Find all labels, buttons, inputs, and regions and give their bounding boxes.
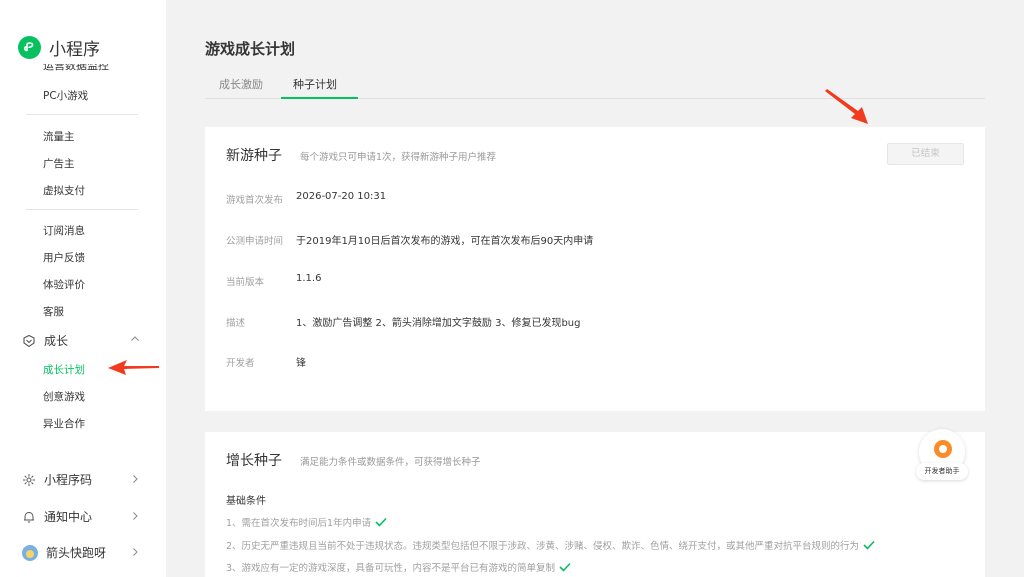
growth-seed-card: 增长种子 满足能力条件或数据条件，可获得增长种子 基础条件 1、需在首次发布时间… [205,432,985,577]
sidebar-item-traffic-owner[interactable]: 流量主 [43,129,75,144]
sidebar-group-label: 通知中心 [44,510,93,524]
tab-growth-incentive[interactable]: 成长激励 [219,76,263,92]
condition-text: 1、需在首次发布时间后1年内申请 [226,518,372,529]
card-title: 新游种子 [226,148,282,164]
chevron-up-icon[interactable] [130,334,140,344]
first-release-label: 游戏首次发布 [226,195,284,206]
ended-button[interactable]: 已结束 [887,143,964,165]
divider [26,114,138,115]
sidebar-group-growth[interactable]: 成长 [22,332,68,349]
sidebar-item-subscription[interactable]: 订阅消息 [43,223,85,238]
sidebar-item-service[interactable]: 客服 [43,304,64,319]
account-name: 箭头快跑呀 [46,546,107,560]
chevron-right-icon[interactable] [130,511,140,521]
condition-item: 3、游戏应有一定的游戏深度，具备可玩性，内容不是平台已有游戏的简单复制 [226,560,571,574]
card-description: 满足能力条件或数据条件，可获得增长种子 [300,457,481,468]
sidebar-group-qrcode[interactable]: 小程序码 [22,471,92,488]
apply-time-label: 公测申请时间 [226,236,284,247]
check-icon [559,562,571,572]
description-label: 描述 [226,318,246,329]
logo-text: 小程序 [49,40,100,60]
sidebar-item-clipped[interactable]: 运营数据监控 [43,64,109,74]
helper-label: 开发者助手 [916,463,968,480]
sidebar-item-feedback[interactable]: 用户反馈 [43,250,85,265]
avatar [22,544,38,561]
sidebar-item-pc-game[interactable]: PC小游戏 [43,88,88,103]
conditions-title: 基础条件 [226,496,266,507]
developer-label: 开发者 [226,358,255,369]
check-icon [863,540,875,550]
condition-text: 3、游戏应有一定的游戏深度，具备可玩性，内容不是平台已有游戏的简单复制 [226,563,556,574]
card-title: 增长种子 [226,453,282,469]
sidebar-account[interactable]: 箭头快跑呀 [22,544,106,561]
qrcode-icon [22,473,36,487]
annotation-arrow-down-right-icon [825,89,868,124]
card-description: 每个游戏只可申请1次，获得新游种子用户推荐 [300,152,497,163]
condition-text: 2、历史无严重违规且当前不处于违规状态。违规类型包括但不限于涉政、涉黄、涉赌、侵… [226,541,860,552]
version-value: 1.1.6 [296,273,322,284]
miniprogram-logo-icon [18,36,41,59]
annotation-arrow-left-icon [108,360,159,375]
check-icon [375,517,387,527]
helper-icon [934,440,952,458]
tab-seed-plan[interactable]: 种子计划 [293,76,337,92]
developer-helper-button[interactable]: 开发者助手 [916,429,968,481]
sidebar-item-cross-industry[interactable]: 异业合作 [43,416,85,431]
sidebar-item-creative-games[interactable]: 创意游戏 [43,389,85,404]
condition-item: 1、需在首次发布时间后1年内申请 [226,515,387,529]
condition-item: 2、历史无严重违规且当前不处于违规状态。违规类型包括但不限于涉政、涉黄、涉赌、侵… [226,538,875,552]
bell-icon [22,510,36,524]
divider [26,209,138,210]
logo[interactable]: 小程序 [18,35,100,60]
sidebar-item-rating[interactable]: 体验评价 [43,277,85,292]
sidebar: 小程序 运营数据监控 PC小游戏 流量主 广告主 虚拟支付 订阅消息 用户反馈 … [0,0,166,577]
version-label: 当前版本 [226,277,265,288]
apply-time-value: 于2019年1月10日后首次发布的游戏，可在首次发布后90天内申请 [296,236,594,247]
chevron-right-icon[interactable] [130,474,140,484]
new-game-seed-card: 新游种子 每个游戏只可申请1次，获得新游种子用户推荐 已结束 游戏首次发布 20… [205,127,985,411]
first-release-value: 2026-07-20 10:31 [296,191,387,202]
sidebar-item-advertiser[interactable]: 广告主 [43,156,75,171]
growth-icon [22,334,36,348]
page-title: 游戏成长计划 [205,40,296,58]
tab-active-indicator [281,97,358,99]
chevron-right-icon[interactable] [130,547,140,557]
sidebar-item-growth-plan[interactable]: 成长计划 [43,362,85,377]
sidebar-group-label: 成长 [44,334,69,348]
developer-value: 锋 [296,358,306,369]
sidebar-group-label: 小程序码 [44,473,93,487]
description-value: 1、激励广告调整 2、箭头消除增加文字鼓励 3、修复已发现bug [296,318,581,329]
sidebar-group-notifications[interactable]: 通知中心 [22,508,92,525]
sidebar-item-virtual-payment[interactable]: 虚拟支付 [43,183,85,198]
